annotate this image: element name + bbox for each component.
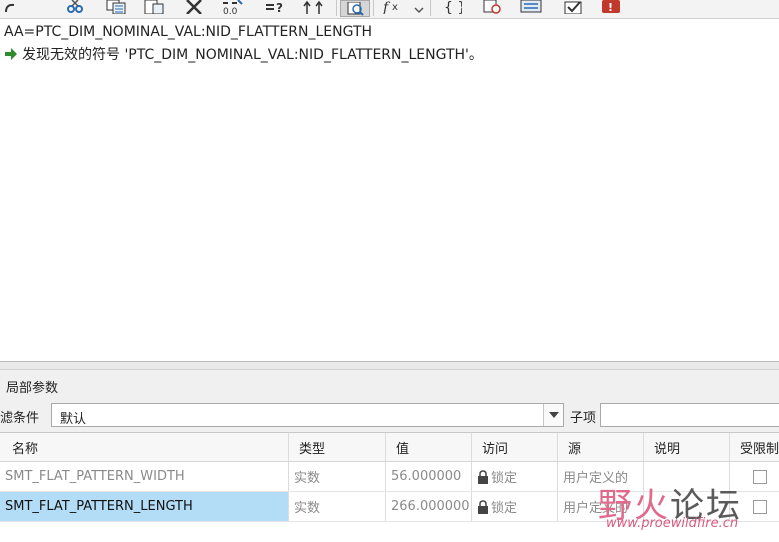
chevron-down-icon [548, 411, 559, 418]
sub-items-label: 子项 [570, 411, 597, 426]
local-parameters-panel: 局部参数 滤条件 默认 子项 名称 类型 值 访问 源 说明 受限制 SMT_F… [0, 370, 779, 542]
redo-icon[interactable] [2, 0, 18, 14]
svg-text:?: ? [276, 1, 283, 14]
table-row[interactable]: SMT_FLAT_PATTERN_LENGTH 实数 266.000000 锁定… [0, 492, 779, 522]
column-header-source[interactable]: 源 [558, 433, 644, 461]
param-type[interactable]: 实数 [289, 492, 386, 521]
access-label: 锁定 [491, 471, 518, 486]
arrow-right-icon [5, 48, 17, 60]
sort-icon[interactable] [300, 0, 330, 14]
error-message-text: 发现无效的符号 'PTC_DIM_NOMINAL_VAL:NID_FLATTER… [22, 47, 483, 63]
relation-line[interactable]: AA=PTC_DIM_NOMINAL_VAL:NID_FLATTERN_LENG… [4, 24, 372, 40]
param-source[interactable]: 用户定义的 [558, 462, 644, 491]
param-name[interactable]: SMT_FLAT_PATTERN_LENGTH [0, 492, 289, 521]
function-icon[interactable]: fx [380, 0, 410, 14]
svg-text:f: f [382, 0, 391, 14]
filter-select[interactable]: 默认 [51, 403, 564, 427]
sub-items-field[interactable] [600, 403, 779, 427]
restricted-checkbox[interactable] [753, 469, 767, 484]
filter-selected-value: 默认 [60, 412, 87, 427]
param-access[interactable]: 锁定 [472, 462, 558, 491]
param-type[interactable]: 实数 [289, 462, 386, 491]
delete-icon[interactable] [183, 0, 205, 14]
param-source[interactable]: 用户定义的 [558, 492, 644, 521]
param-description[interactable] [644, 492, 730, 521]
filter-label: 滤条件 [0, 411, 40, 426]
param-restricted [730, 492, 779, 521]
param-value[interactable]: 56.000000 [386, 462, 472, 491]
lock-icon [478, 469, 488, 484]
param-name[interactable]: SMT_FLAT_PATTERN_WIDTH [0, 462, 289, 491]
table-header: 名称 类型 值 访问 源 说明 受限制 [0, 433, 779, 462]
column-header-access[interactable]: 访问 [472, 433, 558, 461]
paste-icon[interactable] [141, 0, 167, 14]
relations-editor[interactable]: AA=PTC_DIM_NOMINAL_VAL:NID_FLATTERN_LENG… [0, 18, 779, 362]
column-header-description[interactable]: 说明 [644, 433, 730, 461]
column-header-value[interactable]: 值 [386, 433, 472, 461]
column-header-type[interactable]: 类型 [289, 433, 386, 461]
table-row[interactable]: SMT_FLAT_PATTERN_WIDTH 实数 56.000000 锁定 用… [0, 462, 779, 492]
column-header-restricted[interactable]: 受限制 [730, 433, 779, 461]
svg-text:x: x [392, 2, 398, 13]
panel-title: 局部参数 [6, 381, 59, 396]
dropdown-button[interactable] [543, 404, 563, 426]
filter-row: 滤条件 默认 子项 [0, 400, 779, 428]
panel-splitter[interactable] [0, 362, 779, 370]
chevron-down-icon[interactable] [411, 0, 427, 14]
display-icon[interactable] [518, 0, 546, 14]
insert-relation-icon[interactable]: ? [262, 0, 288, 14]
braces-icon[interactable]: { } [440, 0, 464, 14]
cut-icon[interactable] [64, 0, 86, 14]
param-restricted [730, 462, 779, 491]
toolbar: 0.0 ? fx { } ! [0, 0, 779, 18]
lock-icon [478, 499, 488, 514]
svg-text:{ }: { } [444, 0, 462, 14]
error-icon[interactable]: ! [598, 0, 624, 14]
error-message-line: 发现无效的符号 'PTC_DIM_NOMINAL_VAL:NID_FLATTER… [4, 44, 483, 64]
access-label: 锁定 [491, 501, 518, 516]
copy-icon[interactable] [103, 0, 129, 14]
verify-icon[interactable] [340, 0, 370, 17]
param-value[interactable]: 266.000000 [386, 492, 472, 521]
restricted-checkbox[interactable] [753, 499, 767, 514]
evaluate-icon[interactable] [480, 0, 506, 14]
svg-text:0.0: 0.0 [223, 7, 238, 14]
param-description[interactable] [644, 462, 730, 491]
column-header-name[interactable]: 名称 [0, 433, 289, 461]
parameters-table: 名称 类型 值 访问 源 说明 受限制 SMT_FLAT_PATTERN_WID… [0, 432, 779, 542]
check-icon[interactable] [560, 0, 586, 14]
svg-text:!: ! [608, 1, 613, 14]
param-access[interactable]: 锁定 [472, 492, 558, 521]
format-number-icon[interactable]: 0.0 [219, 0, 245, 14]
